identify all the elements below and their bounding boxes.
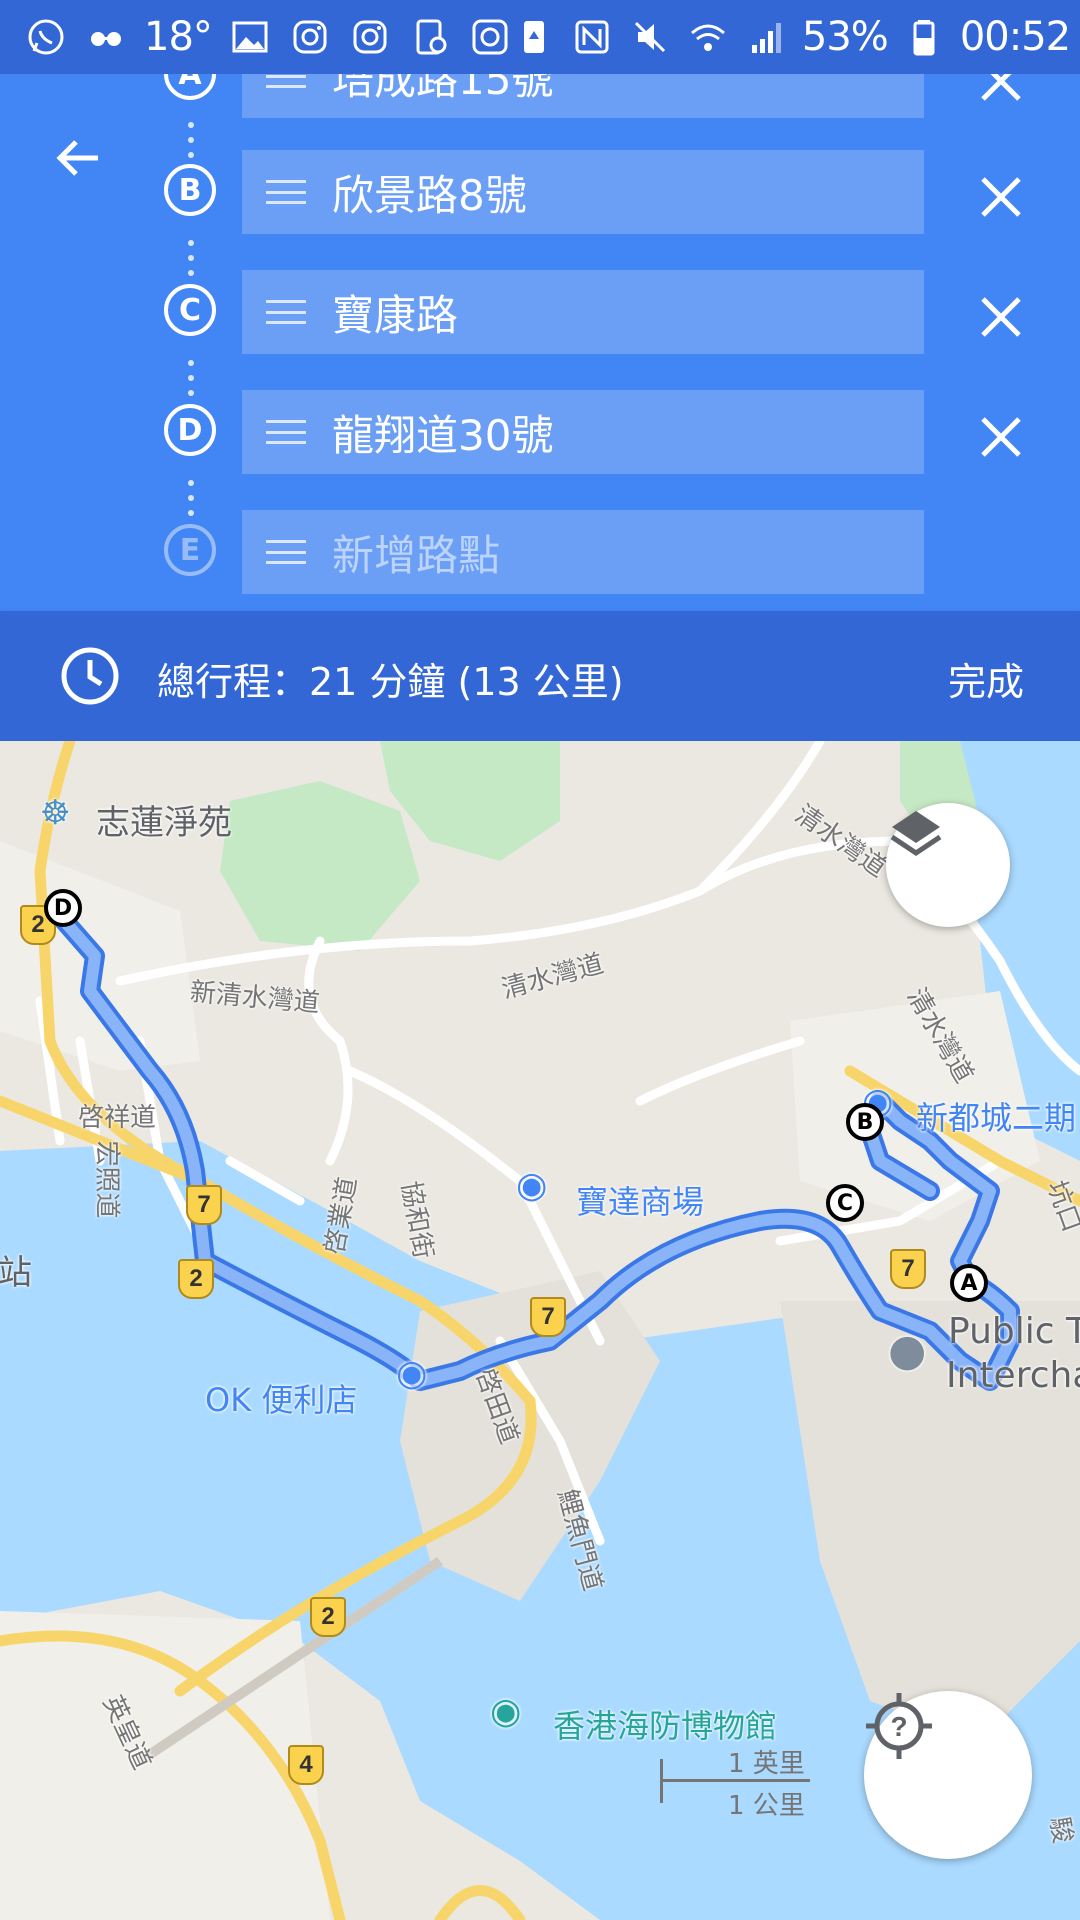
clock-time: 00:52 (959, 14, 1071, 60)
map-scale-bottom: 1 公里 (728, 1791, 805, 1821)
map-label: 宏照道 (91, 1140, 122, 1219)
map-icon-museum: ◉ (490, 1691, 522, 1732)
waypoint-badge: E (164, 524, 216, 576)
map-poi-label: 寶達商場 (576, 1183, 705, 1221)
close-icon (981, 417, 1021, 457)
map-scale-top: 1 英里 (728, 1749, 805, 1779)
highway-shield: 7 (890, 1249, 926, 1289)
map-poi-label: 新都城二期 (916, 1099, 1077, 1137)
route-marker-b[interactable]: B (846, 1103, 884, 1141)
map-icon-shopping: ◉ (516, 1165, 548, 1206)
map-label: 啓祥道 (78, 1103, 157, 1133)
waypoint-row-a: A 培成路15號 (0, 74, 1080, 118)
map-label: 駿 (1043, 1814, 1078, 1846)
map-scale-bar (660, 1779, 810, 1782)
map-layers-button[interactable] (886, 803, 1010, 927)
waypoint-badge: C (164, 284, 216, 336)
add-waypoint-placeholder: 新增路點 (332, 530, 501, 580)
waypoint-row-d: D 龍翔道30號 (0, 390, 1080, 474)
route-marker-a[interactable]: A (950, 1264, 988, 1302)
route-summary-bar: 總行程：21 分鐘 (13 公里) 完成 (0, 611, 1080, 741)
layers-icon (890, 811, 942, 857)
highway-shield: 7 (186, 1185, 222, 1225)
waypoint-input[interactable]: 龍翔道30號 (242, 390, 924, 474)
map-scale-tick (660, 1759, 663, 1803)
nfc-icon (570, 15, 614, 59)
mute-icon (628, 15, 672, 59)
drag-handle-icon[interactable] (266, 74, 306, 88)
signal-icon (744, 15, 788, 59)
drag-handle-icon[interactable] (266, 420, 306, 444)
battery-percent: 53% (801, 14, 889, 60)
camera-icon (468, 15, 512, 59)
map-label: 鐵站 (0, 1253, 32, 1293)
highway-shield: 2 (178, 1259, 214, 1299)
remove-waypoint-button[interactable] (972, 74, 1030, 110)
map-label: 志蓮淨苑 (96, 803, 232, 843)
map-icon-pin: ● (888, 1325, 927, 1376)
map-view[interactable]: ☸ 志蓮淨苑 清水灣道 清水灣道 清水灣道 新清水灣道 啓祥道 宏照道 啓業道 … (0, 741, 1080, 1920)
add-waypoint-input[interactable]: 新增路點 (242, 510, 924, 594)
highway-shield: 4 (288, 1745, 324, 1785)
done-button[interactable]: 完成 (948, 651, 1024, 706)
temperature: 18° (144, 14, 213, 60)
instagram-icon (288, 15, 332, 59)
close-icon (981, 297, 1021, 337)
waypoint-badge: A (164, 74, 216, 100)
map-poi-label: 香港海防博物館 (553, 1707, 778, 1745)
waypoint-badge: D (164, 404, 216, 456)
drag-handle-icon (266, 540, 306, 564)
map-icon-shopping: ◉ (396, 1353, 428, 1394)
highway-shield: 2 (310, 1597, 346, 1637)
remove-waypoint-button[interactable] (972, 168, 1030, 226)
status-bar: 18° 53% 00:52 (0, 0, 1080, 74)
waypoint-panel: A 培成路15號 B 欣景路8號 C 寶康路 D 龍翔道30號 E 新增路點 (0, 74, 1080, 611)
waypoint-input[interactable]: 欣景路8號 (242, 150, 924, 234)
location-unknown-icon: ? (866, 1693, 932, 1759)
close-icon (981, 177, 1021, 217)
route-marker-d[interactable]: D (44, 889, 82, 927)
instagram-icon (348, 15, 392, 59)
drag-handle-icon[interactable] (266, 180, 306, 204)
wifi-icon (686, 15, 730, 59)
map-icon-temple: ☸ (40, 793, 71, 833)
route-total: 總行程：21 分鐘 (13 公里) (157, 660, 624, 704)
map-label: Public T (948, 1311, 1080, 1352)
waypoint-row-c: C 寶康路 (0, 270, 1080, 354)
drag-handle-icon[interactable] (266, 300, 306, 324)
remove-waypoint-button[interactable] (972, 408, 1030, 466)
waypoint-value: 龍翔道30號 (332, 410, 554, 460)
waypoint-value: 欣景路8號 (332, 170, 527, 220)
waypoint-input[interactable]: 寶康路 (242, 270, 924, 354)
my-location-button[interactable]: ? (864, 1691, 1032, 1859)
incognito-icon (84, 15, 128, 59)
waypoint-row-b: B 欣景路8號 (0, 150, 1080, 234)
svg-text:?: ? (890, 1711, 907, 1742)
calendar-icon (408, 15, 452, 59)
waypoint-value: 培成路15號 (332, 74, 554, 104)
battery-icon (902, 15, 946, 59)
waypoint-badge: B (164, 164, 216, 216)
add-waypoint-row: E 新增路點 (0, 510, 1080, 594)
gallery-icon (228, 15, 272, 59)
map-label: Intercha (946, 1355, 1080, 1396)
close-icon (981, 74, 1021, 101)
recycle-icon (512, 15, 556, 59)
clock-icon (61, 647, 119, 705)
remove-waypoint-button[interactable] (972, 288, 1030, 346)
waypoint-input[interactable]: 培成路15號 (242, 74, 924, 118)
map-poi-label: OK 便利店 (205, 1381, 358, 1419)
whatsapp-icon (24, 15, 68, 59)
highway-shield: 7 (530, 1297, 566, 1337)
waypoint-value: 寶康路 (332, 290, 459, 340)
route-marker-c[interactable]: C (826, 1184, 864, 1222)
